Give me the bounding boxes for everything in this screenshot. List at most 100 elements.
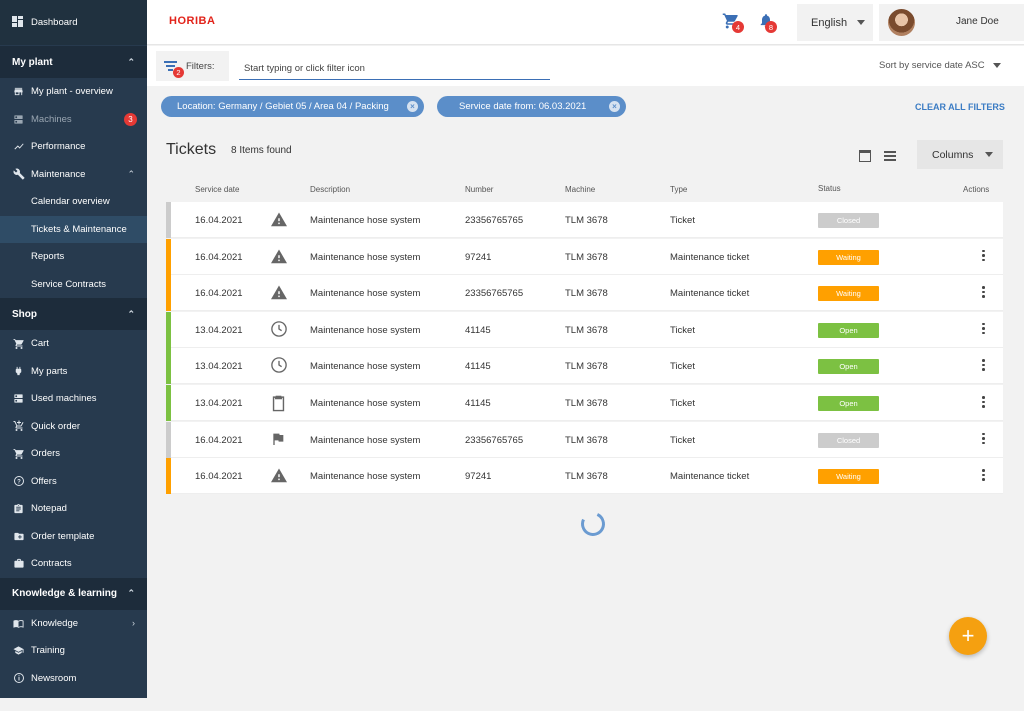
filters-badge: 2 <box>173 67 184 78</box>
sidebar-section-knowledge[interactable]: Knowledge & learning ⌃ <box>0 577 147 610</box>
status-indicator <box>166 421 171 458</box>
table-row[interactable]: 16.04.2021 Maintenance hose system 97241 TL… <box>166 458 1003 495</box>
plus-icon: + <box>961 623 975 648</box>
sidebar-item-orders[interactable]: Orders <box>0 440 147 468</box>
sidebar-item-quick-order[interactable]: Quick order <box>0 413 147 441</box>
caret-down-icon <box>992 62 1001 68</box>
table-row[interactable]: 16.04.2021 Maintenance hose system 2335676… <box>166 421 1003 458</box>
sidebar-item-order-template[interactable]: Order template <box>0 523 147 551</box>
columns-button[interactable]: Columns <box>917 140 1003 169</box>
more-actions-icon[interactable] <box>981 469 985 482</box>
table-row[interactable]: 16.04.2021 Maintenance hose system 2335676… <box>166 275 1003 312</box>
filter-chip-location[interactable]: Location: Germany / Gebiet 05 / Area 04 … <box>161 96 424 117</box>
items-count: 8 Items found <box>231 145 292 156</box>
table-row[interactable]: 16.04.2021 Maintenance hose system 97241 TL… <box>166 238 1003 275</box>
flag-icon <box>270 431 288 449</box>
sidebar-item-machines[interactable]: Machines 3 <box>0 106 147 134</box>
sidebar-item-my-parts[interactable]: My parts <box>0 358 147 386</box>
table-row[interactable]: 16.04.2021 Maintenance hose system 2335676… <box>166 202 1003 238</box>
loading-spinner <box>577 508 609 540</box>
sidebar-item-reports[interactable]: Reports <box>0 243 147 271</box>
sidebar-item-label: Cart <box>31 338 49 350</box>
close-icon[interactable]: × <box>609 101 620 112</box>
header-service-date[interactable]: Service date <box>195 185 239 194</box>
sidebar-item-my-plant-overview[interactable]: My plant - overview <box>0 78 147 106</box>
header-description[interactable]: Description <box>310 185 350 194</box>
sidebar-item-notepad[interactable]: Notepad <box>0 495 147 523</box>
table-row[interactable]: 13.04.2021 Maintenance hose system 41145 TL… <box>166 385 1003 421</box>
table-row[interactable]: 13.04.2021 Maintenance hose system 41145 TL… <box>166 311 1003 348</box>
more-actions-icon[interactable] <box>981 322 985 336</box>
add-ticket-button[interactable]: + <box>949 617 987 655</box>
cart-button[interactable]: 4 <box>722 12 744 33</box>
more-actions-icon[interactable] <box>981 286 985 299</box>
cell-machine: TLM 3678 <box>565 398 608 409</box>
more-actions-icon[interactable] <box>981 249 985 263</box>
header-number[interactable]: Number <box>465 185 493 194</box>
sidebar-item-maintenance[interactable]: Maintenance ⌃ <box>0 161 147 189</box>
user-menu[interactable]: Jane Doe <box>879 4 1024 41</box>
sidebar-item-tickets-maintenance[interactable]: Tickets & Maintenance <box>0 215 147 243</box>
cell-machine: TLM 3678 <box>565 251 608 263</box>
sidebar-item-offers[interactable]: ? Offers <box>0 468 147 496</box>
sort-value: Sort by service date ASC <box>879 60 985 71</box>
sidebar-item-performance[interactable]: Performance <box>0 133 147 161</box>
clock-icon <box>270 320 288 338</box>
header-status[interactable]: Status <box>818 184 841 193</box>
clear-all-filters-button[interactable]: CLEAR ALL FILTERS <box>915 102 1005 112</box>
header-type[interactable]: Type <box>670 185 687 194</box>
cell-type: Maintenance ticket <box>670 288 750 300</box>
more-actions-icon[interactable] <box>981 396 985 409</box>
filter-bar: 2 Filters: Sort by service date ASC <box>147 46 1024 86</box>
filter-chip-service-date[interactable]: Service date from: 06.03.2021 × <box>437 96 626 117</box>
notifications-button[interactable]: 8 <box>758 12 778 33</box>
sidebar-item-training[interactable]: Training <box>0 637 147 665</box>
sidebar-item-used-machines[interactable]: Used machines <box>0 385 147 413</box>
sidebar-item-contracts[interactable]: Contracts <box>0 550 147 578</box>
language-select[interactable]: English <box>797 4 873 41</box>
school-icon <box>12 644 25 657</box>
notifications-badge: 8 <box>765 21 777 33</box>
cart-icon <box>12 447 25 460</box>
store-icon <box>12 85 25 98</box>
user-name: Jane Doe <box>956 16 999 27</box>
sidebar-item-label: Reports <box>31 251 65 263</box>
cell-machine: TLM 3678 <box>565 361 608 373</box>
cell-service-date: 16.04.2021 <box>195 251 243 263</box>
table-row[interactable]: 13.04.2021 Maintenance hose system 41145 TL… <box>166 348 1003 385</box>
cart-plus-icon <box>12 420 25 433</box>
close-icon[interactable]: × <box>407 101 418 112</box>
sidebar-section-my-plant[interactable]: My plant ⌃ <box>0 46 147 78</box>
sidebar-section-shop[interactable]: Shop ⌃ <box>0 298 147 330</box>
chevron-up-icon: ⌃ <box>127 588 135 598</box>
status-indicator <box>166 385 171 421</box>
list-view-icon[interactable] <box>884 151 896 161</box>
sidebar-item-cart[interactable]: Cart <box>0 330 147 358</box>
cell-service-date: 13.04.2021 <box>195 398 243 409</box>
caret-down-icon <box>857 20 865 25</box>
sidebar-item-calendar-overview[interactable]: Calendar overview <box>0 188 147 216</box>
status-indicator <box>166 458 171 495</box>
search-input[interactable] <box>239 58 550 80</box>
more-actions-icon[interactable] <box>981 432 985 446</box>
filters-button[interactable]: 2 Filters: <box>156 51 229 81</box>
sidebar-item-label: Machines <box>31 113 72 125</box>
count-badge: 3 <box>124 112 137 126</box>
calendar-icon[interactable] <box>859 150 871 162</box>
avatar <box>888 9 915 36</box>
cell-machine: TLM 3678 <box>565 471 608 483</box>
header-machine[interactable]: Machine <box>565 185 595 194</box>
sort-select[interactable]: Sort by service date ASC <box>879 60 1001 71</box>
sidebar-item-dashboard[interactable]: Dashboard <box>0 0 147 45</box>
sidebar-item-newsroom[interactable]: Newsroom <box>0 665 147 693</box>
page-title: Tickets <box>166 141 217 158</box>
cell-number: 23356765765 <box>465 288 524 300</box>
more-actions-icon[interactable] <box>981 359 985 372</box>
cart-badge: 4 <box>732 21 744 33</box>
plug-icon <box>12 365 25 378</box>
sidebar-item-knowledge[interactable]: Knowledge › <box>0 610 147 638</box>
cell-service-date: 16.04.2021 <box>195 471 243 483</box>
sidebar-item-service-contracts[interactable]: Service Contracts <box>0 271 147 299</box>
cell-type: Ticket <box>670 324 695 336</box>
status-badge: Closed <box>818 213 879 228</box>
